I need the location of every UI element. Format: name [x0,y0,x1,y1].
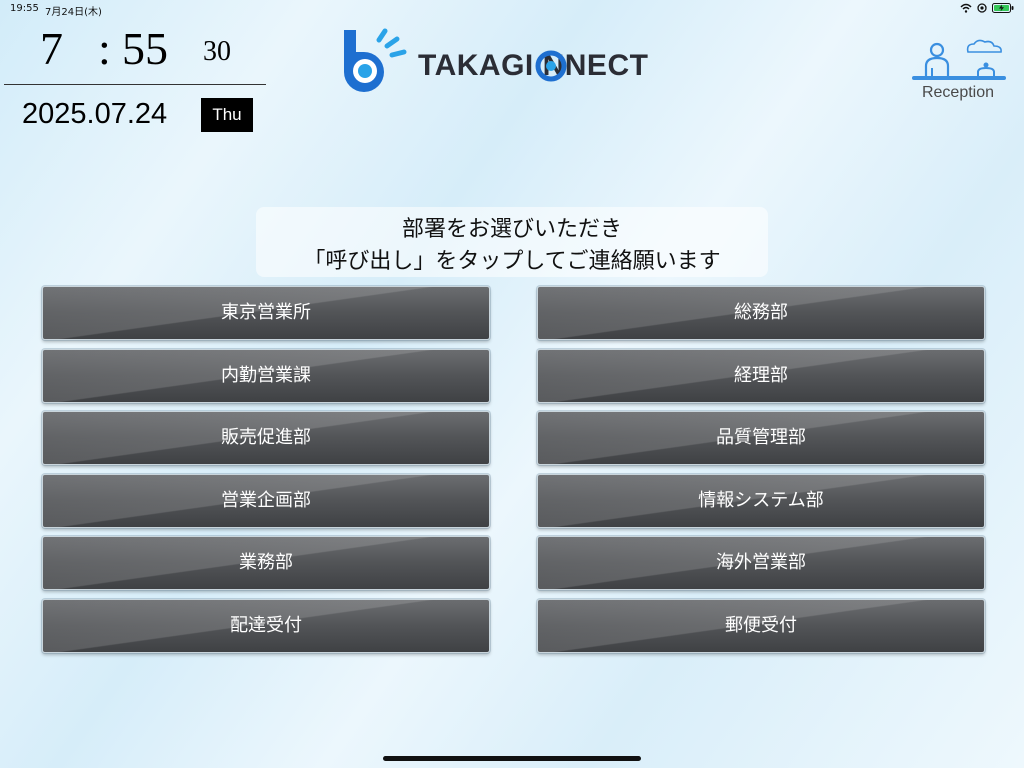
status-icons [960,3,1014,13]
status-date: 7月24日(木) [45,7,102,18]
department-grid: 東京営業所 総務部 内勤営業課 経理部 販売促進部 品質管理部 営業企画部 情報… [40,284,985,654]
clock-weekday: Thu [201,98,253,132]
dept-button-general-affairs[interactable]: 総務部 [537,286,985,340]
clock-hour: 7 [40,23,63,74]
dept-button-mail-reception[interactable]: 郵便受付 [537,599,985,653]
clock-divider [4,84,266,85]
dept-button-inside-sales[interactable]: 内勤営業課 [42,349,490,403]
instruction-line-1: 部署をお選びいただき [401,217,622,242]
home-indicator[interactable] [383,756,641,761]
clock-panel: 7 : 55 30 2025.07.24 Thu [0,18,266,138]
status-time: 19:55 [10,3,39,14]
focus-icon [977,3,987,13]
dept-button-information-systems[interactable]: 情報システム部 [537,474,985,528]
instruction-line-2: 「呼び出し」をタップしてご連絡願います [303,249,721,274]
battery-charging-icon [992,3,1014,13]
clock-separator: : [98,23,111,74]
status-bar: 19:55 7月24日(木) [0,0,1024,18]
clock-date: 2025.07.24 [22,98,168,130]
dept-button-accounting[interactable]: 経理部 [537,349,985,403]
clock-second: 30 [203,36,231,67]
logo-connect-o-icon [535,50,567,82]
dept-button-sales-promotion[interactable]: 販売促進部 [42,411,490,465]
dept-button-tokyo-sales-office[interactable]: 東京営業所 [42,286,490,340]
reception-desk-icon [912,39,1006,80]
dept-button-business-operations[interactable]: 業務部 [42,536,490,590]
wifi-icon [960,3,972,13]
dept-button-overseas-sales[interactable]: 海外営業部 [537,536,985,590]
takagi-logo-mark-icon [344,28,407,92]
dept-button-sales-planning[interactable]: 営業企画部 [42,474,490,528]
reception-button[interactable]: Reception [906,38,1010,108]
dept-button-delivery-reception[interactable]: 配達受付 [42,599,490,653]
instruction-panel: 部署をお選びいただき 「呼び出し」をタップしてご連絡願います [256,207,768,277]
takagi-connect-logo: TAKAGI NNECT [338,26,698,96]
dept-button-quality-control[interactable]: 品質管理部 [537,411,985,465]
reception-label: Reception [921,84,995,101]
clock-minute: 55 [122,23,168,74]
